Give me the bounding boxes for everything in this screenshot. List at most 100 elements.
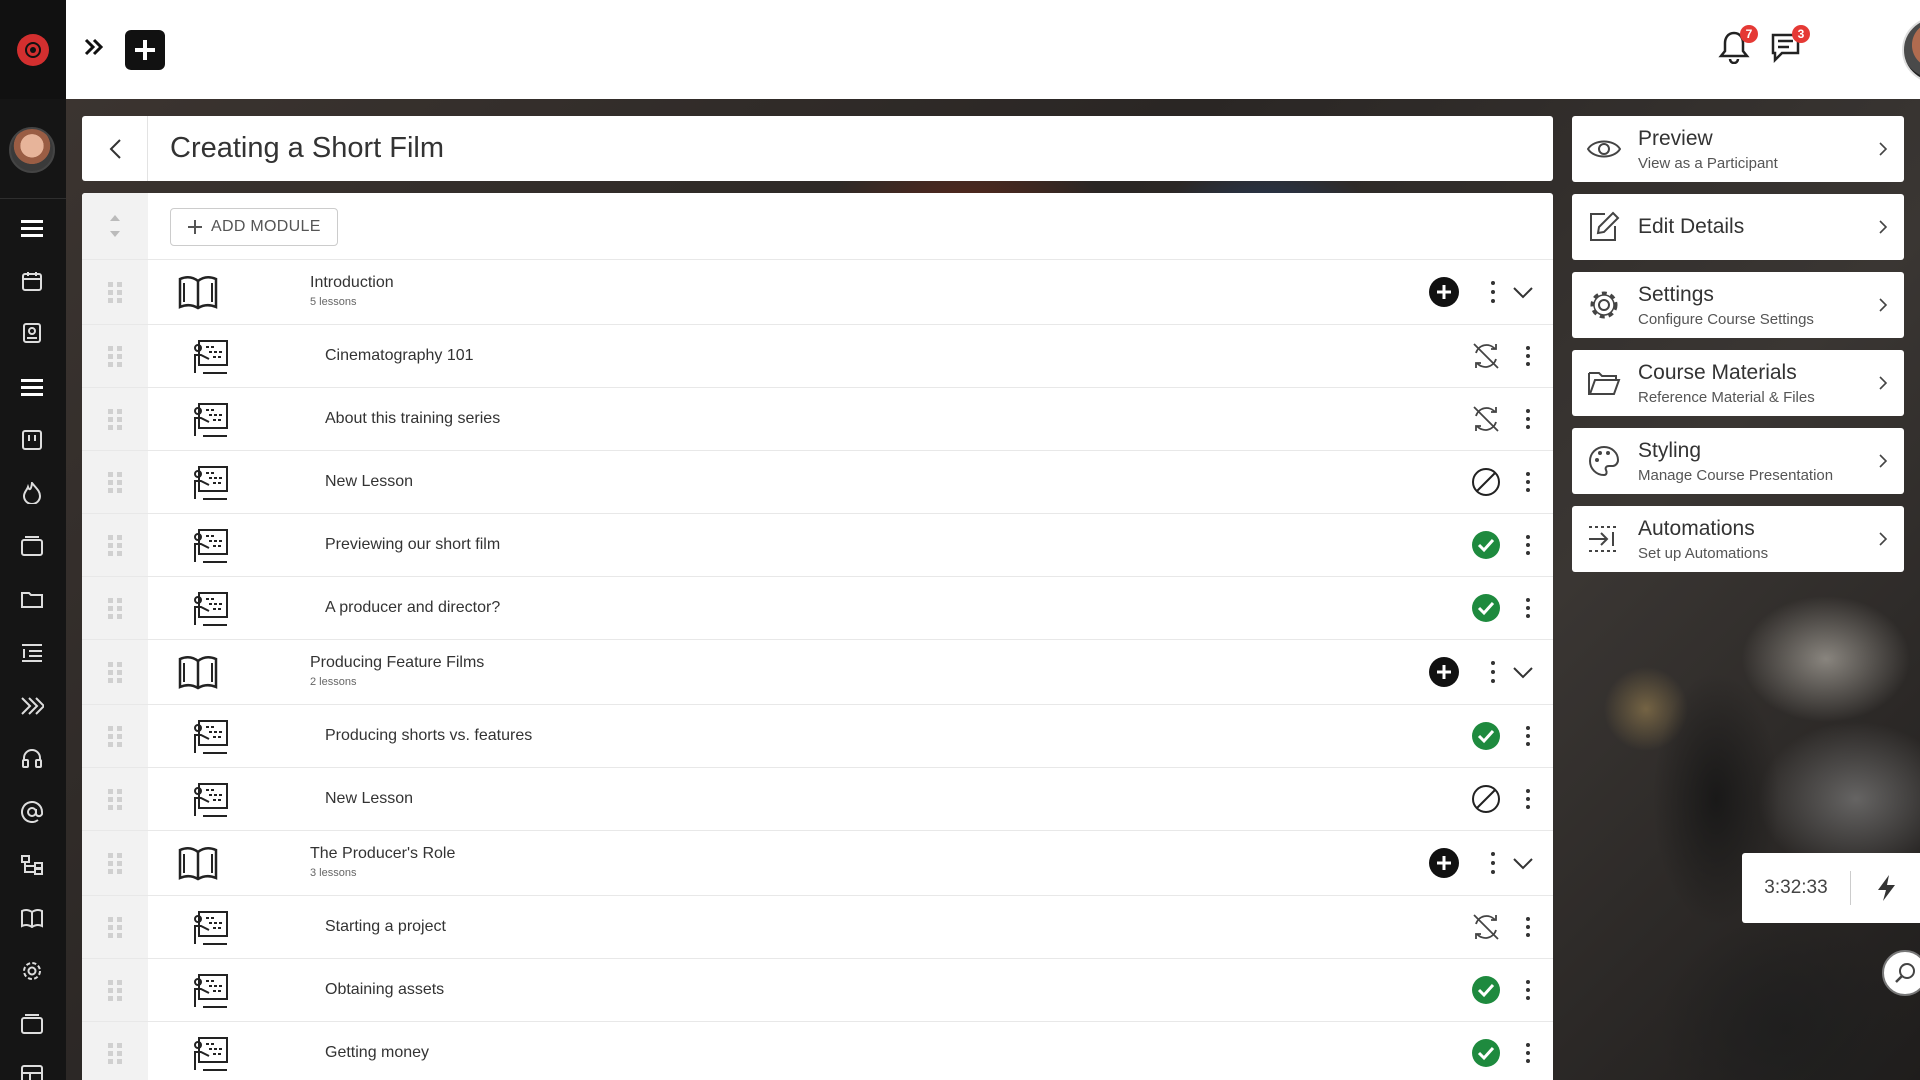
blocked-icon[interactable] (1471, 467, 1501, 497)
calendar-icon[interactable] (19, 268, 45, 294)
lesson-title[interactable]: New Lesson (325, 473, 413, 491)
sort-handle[interactable] (82, 193, 148, 259)
lesson-row[interactable]: Producing shorts vs. features (82, 705, 1553, 768)
lesson-drag-handle[interactable] (82, 896, 148, 958)
chevron-down-icon[interactable] (1511, 660, 1535, 684)
hierarchy-icon[interactable] (19, 852, 45, 878)
blocked-icon[interactable] (1471, 784, 1501, 814)
lesson-drag-handle[interactable] (82, 388, 148, 450)
add-lesson-button[interactable] (1429, 277, 1459, 307)
styling-card[interactable]: Styling Manage Course Presentation (1572, 428, 1904, 494)
add-module-button[interactable]: ADD MODULE (170, 208, 338, 246)
lesson-drag-handle[interactable] (82, 959, 148, 1021)
folder-icon[interactable] (19, 586, 45, 612)
more-options-icon[interactable] (1490, 852, 1496, 874)
lesson-row[interactable]: Cinematography 101 (82, 325, 1553, 388)
lesson-title[interactable]: Getting money (325, 1044, 429, 1062)
lesson-row[interactable]: New Lesson (82, 451, 1553, 514)
lesson-title[interactable]: About this training series (325, 410, 500, 428)
lesson-drag-handle[interactable] (82, 705, 148, 767)
menu-icon[interactable] (19, 215, 45, 241)
chevron-down-icon[interactable] (1511, 280, 1535, 304)
contacts-icon[interactable] (19, 320, 45, 346)
more-options-icon[interactable] (1525, 917, 1531, 937)
complete-check-icon[interactable] (1471, 593, 1501, 623)
lesson-drag-handle[interactable] (82, 325, 148, 387)
board-icon[interactable] (19, 427, 45, 453)
back-button[interactable] (82, 116, 148, 181)
more-options-icon[interactable] (1525, 980, 1531, 1000)
module-drag-handle[interactable] (82, 260, 148, 324)
timer-widget[interactable]: 3:32:33 (1742, 853, 1920, 923)
automations-card[interactable]: Automations Set up Automations (1572, 506, 1904, 572)
expand-sidebar-icon[interactable] (84, 36, 108, 60)
lesson-drag-handle[interactable] (82, 768, 148, 830)
settings-icon[interactable] (19, 958, 45, 984)
lesson-drag-handle[interactable] (82, 577, 148, 639)
quick-add-button[interactable] (125, 30, 165, 70)
more-options-icon[interactable] (1525, 472, 1531, 492)
at-icon[interactable] (19, 799, 45, 825)
settings-card[interactable]: Settings Configure Course Settings (1572, 272, 1904, 338)
lesson-row[interactable]: About this training series (82, 388, 1553, 451)
module-row[interactable]: The Producer's Role 3 lessons (82, 831, 1553, 896)
lesson-row[interactable]: Getting money (82, 1022, 1553, 1080)
courses-menu-icon[interactable] (19, 374, 45, 400)
more-options-icon[interactable] (1525, 1043, 1531, 1063)
lesson-drag-handle[interactable] (82, 451, 148, 513)
lesson-row[interactable]: Starting a project (82, 896, 1553, 959)
module-drag-handle[interactable] (82, 831, 148, 895)
complete-check-icon[interactable] (1471, 721, 1501, 751)
module-row[interactable]: Producing Feature Films 2 lessons (82, 640, 1553, 705)
complete-check-icon[interactable] (1471, 1038, 1501, 1068)
user-avatar[interactable] (1902, 17, 1920, 83)
preview-card[interactable]: Preview View as a Participant (1572, 116, 1904, 182)
lesson-row[interactable]: Obtaining assets (82, 959, 1553, 1022)
lesson-row[interactable]: Previewing our short film (82, 514, 1553, 577)
messages-icon[interactable]: 3 (1770, 25, 1810, 64)
lesson-row[interactable]: New Lesson (82, 768, 1553, 831)
more-options-icon[interactable] (1525, 346, 1531, 366)
double-chevron-icon[interactable] (19, 693, 45, 719)
add-lesson-button[interactable] (1429, 848, 1459, 878)
media-icon[interactable] (19, 533, 45, 559)
more-options-icon[interactable] (1525, 409, 1531, 429)
lesson-drag-handle[interactable] (82, 1022, 148, 1080)
lesson-title[interactable]: Starting a project (325, 918, 446, 936)
lesson-title[interactable]: Producing shorts vs. features (325, 727, 532, 745)
edit-details-card[interactable]: Edit Details (1572, 194, 1904, 260)
chevron-down-icon[interactable] (1511, 851, 1535, 875)
sync-disabled-icon[interactable] (1471, 341, 1501, 371)
lesson-title[interactable]: Obtaining assets (325, 981, 444, 999)
add-lesson-button[interactable] (1429, 657, 1459, 687)
more-options-icon[interactable] (1525, 726, 1531, 746)
flame-icon[interactable] (19, 480, 45, 506)
book-icon[interactable] (19, 905, 45, 931)
sidebar-avatar[interactable] (9, 127, 55, 173)
course-materials-card[interactable]: Course Materials Reference Material & Fil… (1572, 350, 1904, 416)
sync-disabled-icon[interactable] (1471, 404, 1501, 434)
module-row[interactable]: Introduction 5 lessons (82, 260, 1553, 325)
complete-check-icon[interactable] (1471, 530, 1501, 560)
more-options-icon[interactable] (1525, 789, 1531, 809)
module-drag-handle[interactable] (82, 640, 148, 704)
notifications-bell-icon[interactable]: 7 (1718, 25, 1758, 65)
lesson-title[interactable]: A producer and director? (325, 599, 500, 617)
gallery-icon[interactable] (19, 1011, 45, 1037)
more-options-icon[interactable] (1490, 661, 1496, 683)
more-options-icon[interactable] (1490, 281, 1496, 303)
support-icon[interactable] (19, 746, 45, 772)
list-icon[interactable] (19, 640, 45, 666)
search-button[interactable] (1882, 950, 1920, 996)
lesson-row[interactable]: A producer and director? (82, 577, 1553, 640)
lesson-drag-handle[interactable] (82, 514, 148, 576)
more-options-icon[interactable] (1525, 598, 1531, 618)
layout-icon[interactable] (19, 1062, 45, 1080)
lesson-title[interactable]: Previewing our short film (325, 536, 500, 554)
complete-check-icon[interactable] (1471, 975, 1501, 1005)
lesson-title[interactable]: Cinematography 101 (325, 347, 474, 365)
lightning-icon[interactable] (1875, 874, 1897, 902)
more-options-icon[interactable] (1525, 535, 1531, 555)
app-logo[interactable] (0, 0, 66, 99)
sync-disabled-icon[interactable] (1471, 912, 1501, 942)
